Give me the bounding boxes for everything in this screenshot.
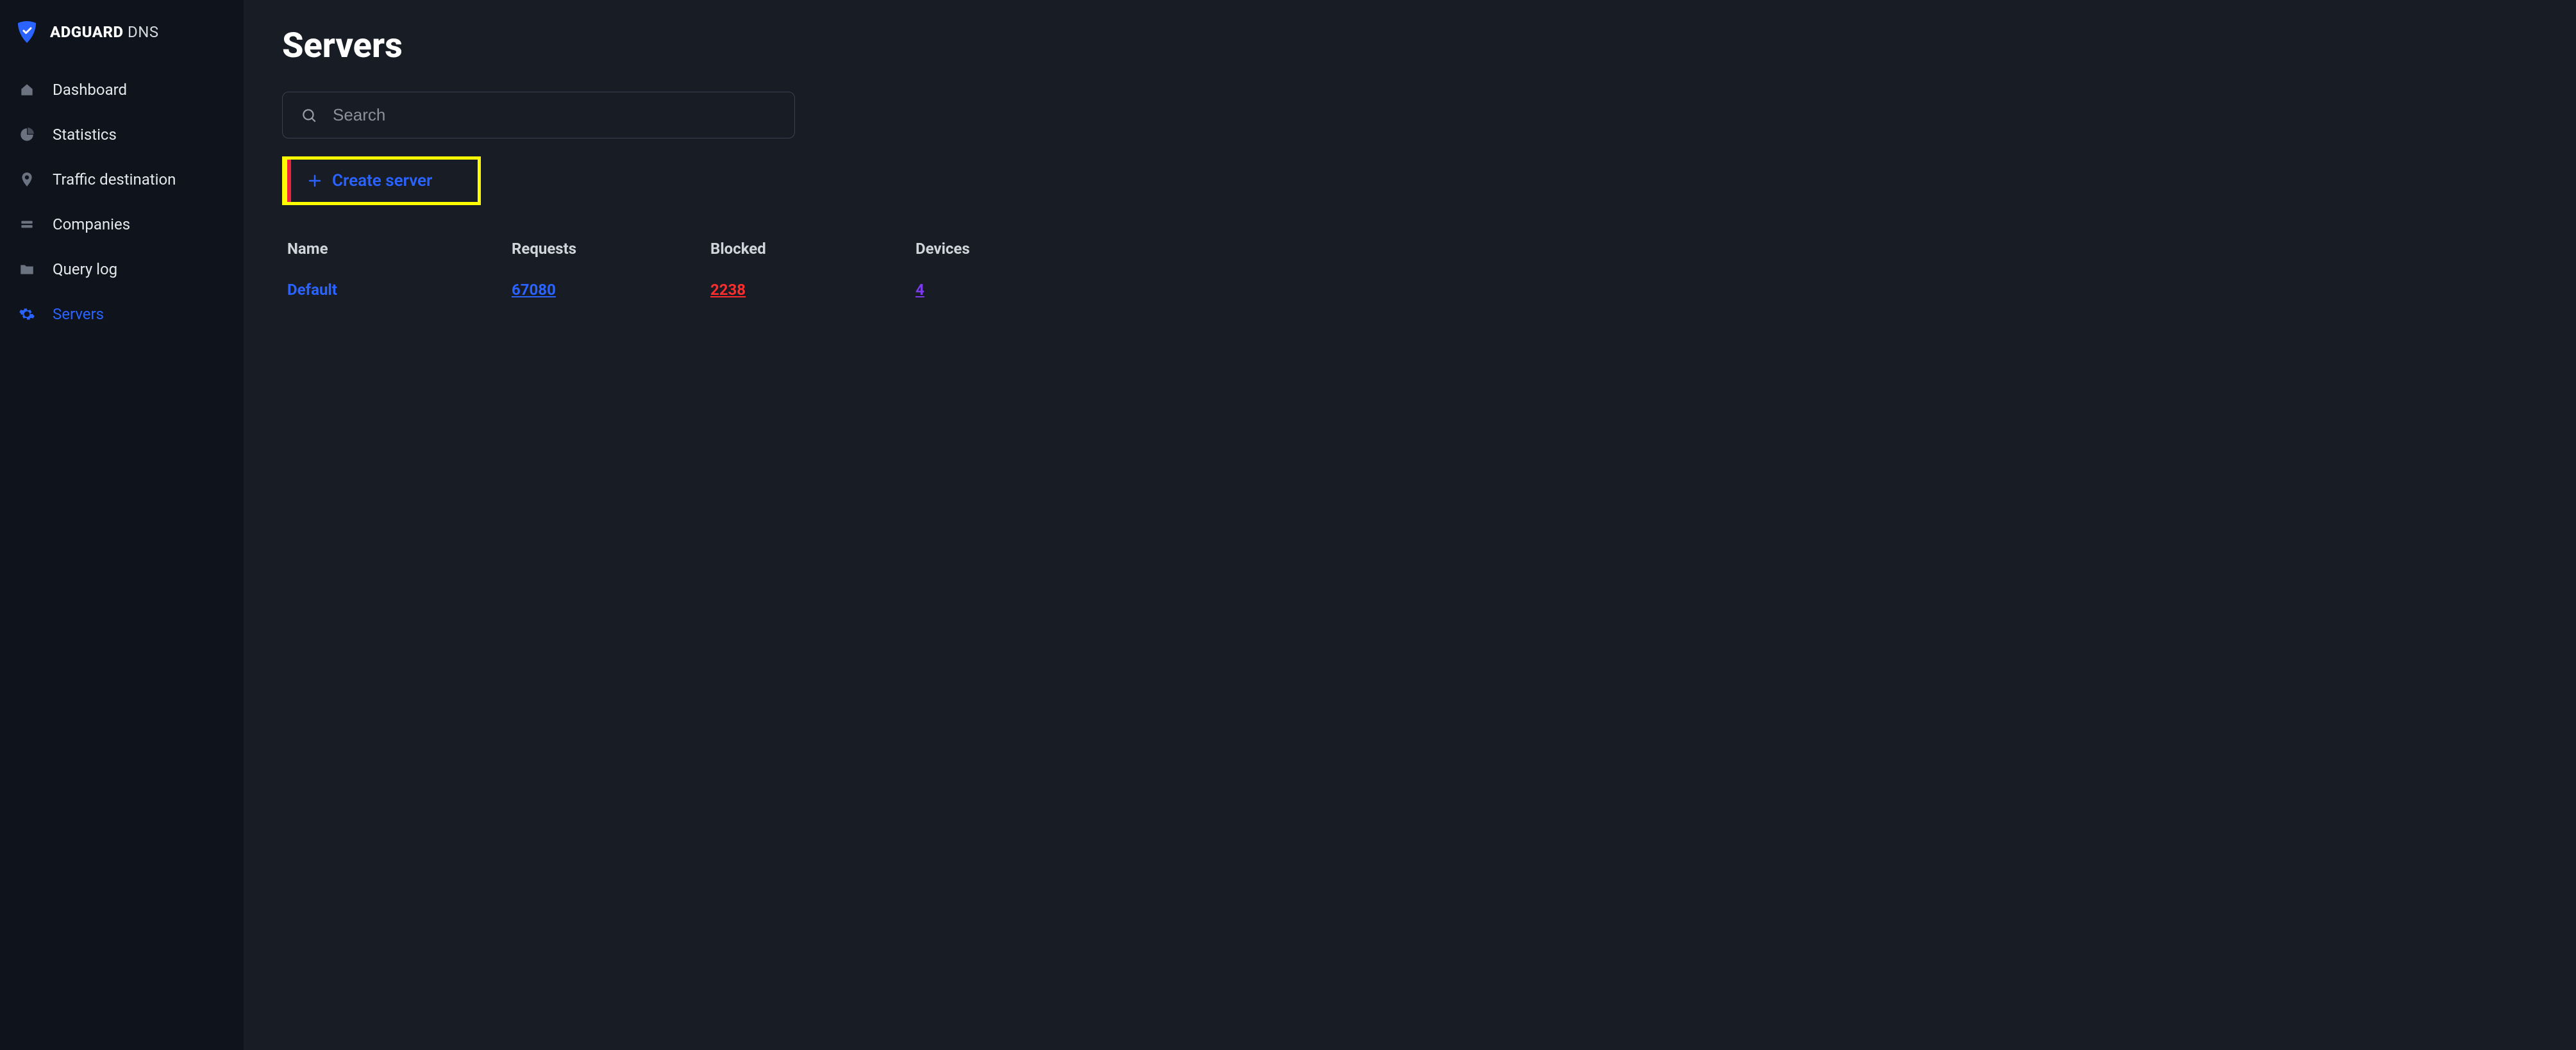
server-requests-link[interactable]: 67080: [512, 281, 556, 299]
search-icon: [301, 107, 317, 124]
sidebar-item-label: Query log: [53, 260, 117, 278]
col-header-blocked: Blocked: [705, 228, 910, 269]
home-icon: [18, 81, 36, 99]
plus-icon: [306, 172, 323, 189]
server-blocked-link[interactable]: 2238: [710, 281, 746, 299]
create-server-highlight: Create server: [282, 156, 481, 205]
list-icon: [18, 215, 36, 233]
table-header-row: Name Requests Blocked Devices: [282, 228, 981, 269]
sidebar-item-statistics[interactable]: Statistics: [12, 115, 244, 154]
sidebar-item-label: Companies: [53, 215, 130, 233]
create-server-label: Create server: [332, 171, 432, 190]
brand-text: ADGUARD DNS: [50, 23, 159, 41]
col-header-devices: Devices: [910, 228, 981, 269]
sidebar-item-label: Servers: [53, 305, 104, 323]
server-devices-link[interactable]: 4: [916, 281, 924, 299]
pie-chart-icon: [18, 126, 36, 144]
server-name-link[interactable]: Default: [287, 281, 337, 299]
search-input[interactable]: [333, 105, 776, 125]
page-title: Servers: [282, 26, 2538, 66]
servers-table: Name Requests Blocked Devices Default 67…: [282, 228, 981, 310]
sidebar-item-label: Traffic destination: [53, 171, 176, 188]
sidebar-item-label: Statistics: [53, 126, 117, 144]
sidebar-item-servers[interactable]: Servers: [12, 295, 244, 333]
location-pin-icon: [18, 171, 36, 188]
table-row: Default 67080 2238 4: [282, 269, 981, 310]
col-header-requests: Requests: [506, 228, 705, 269]
sidebar-nav: Dashboard Statistics Traffic destination…: [12, 71, 244, 333]
sidebar-item-companies[interactable]: Companies: [12, 205, 244, 244]
main-content: Servers Create server Name Requests Bloc…: [244, 0, 2576, 1050]
folder-icon: [18, 260, 36, 278]
sidebar-item-label: Dashboard: [53, 81, 127, 99]
search-box[interactable]: [282, 92, 795, 138]
sidebar-item-dashboard[interactable]: Dashboard: [12, 71, 244, 109]
gear-icon: [18, 305, 36, 323]
sidebar-item-traffic-destination[interactable]: Traffic destination: [12, 160, 244, 199]
sidebar: ADGUARD DNS Dashboard Statistics Traffic…: [0, 0, 244, 1050]
create-server-button[interactable]: Create server: [287, 160, 478, 202]
col-header-name: Name: [282, 228, 506, 269]
sidebar-item-query-log[interactable]: Query log: [12, 250, 244, 288]
brand[interactable]: ADGUARD DNS: [12, 19, 244, 45]
brand-logo-icon: [14, 19, 40, 45]
